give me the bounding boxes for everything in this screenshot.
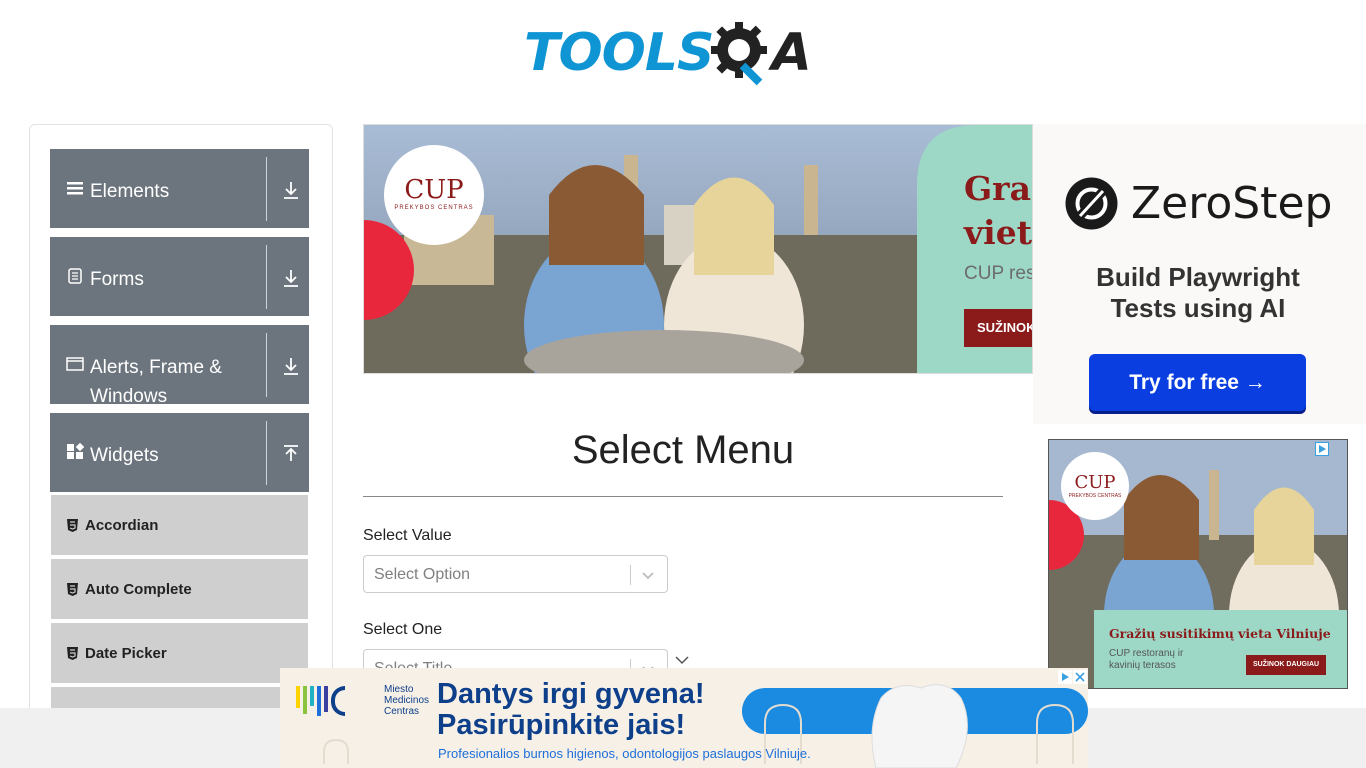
sidebar-group-forms[interactable]: Forms [50, 237, 309, 317]
mmc-logo-text: Miesto Medicinos Centras [384, 684, 429, 717]
sidebar-group-widgets[interactable]: Widgets [50, 413, 309, 493]
header: TOOLS A [0, 0, 1366, 100]
sidebar-item-label: Auto Complete [85, 581, 192, 598]
hamburger-icon [67, 182, 83, 195]
close-icon[interactable] [1073, 670, 1087, 684]
sidebar-group-label: Elements [90, 181, 170, 202]
ad-cup-right[interactable]: CUP PREKYBOS CENTRAS Gražių susitikimų v… [1048, 439, 1348, 689]
select-value-dropdown[interactable]: Select Option [363, 555, 668, 593]
ad-banner-top[interactable]: CUP PREKYBOS CENTRAS Graž vieta CUP res … [363, 124, 1033, 374]
sidebar-item-label: Accordian [85, 517, 159, 534]
cup-logo: CUP PREKYBOS CENTRAS [384, 145, 484, 245]
download-icon[interactable] [282, 355, 300, 377]
sidebar-item-date-picker[interactable]: Date Picker [51, 623, 308, 685]
ad-subtext: Profesionalios burnos higienos, odontolo… [438, 746, 811, 761]
cup-logo-sub: PREKYBOS CENTRAS [1068, 493, 1122, 499]
logo-text-a: A [771, 23, 812, 83]
adchoices-icon[interactable] [1058, 670, 1072, 684]
brand-line: Miesto [384, 684, 414, 695]
brand-line: Medicinos [384, 695, 430, 706]
ad-subtext: kavinių terasos [1109, 660, 1176, 671]
ad-headline: Gražių susitikimų vieta Vilniuje [1109, 626, 1331, 641]
ad-cta-button[interactable]: SUŽINOK [964, 309, 1032, 347]
select-one-label: Select One [363, 621, 443, 638]
ad-headline: Graž [964, 169, 1032, 208]
window-icon [66, 357, 84, 371]
tagline-line: Build Playwright [1096, 262, 1300, 292]
select-placeholder: Select Option [374, 566, 471, 583]
download-icon[interactable] [282, 179, 300, 201]
cup-logo-sub: PREKYBOS CENTRAS [394, 205, 474, 211]
sidebar-item-label: Date Picker [85, 645, 167, 662]
cup-logo-text: CUP [404, 175, 464, 205]
cup-logo: CUP PREKYBOS CENTRAS [1061, 452, 1129, 520]
divider [266, 421, 267, 485]
tagline-line: Tests using AI [1110, 293, 1286, 323]
brand-line: Centras [384, 706, 420, 717]
sidebar-group-elements[interactable]: Elements [50, 149, 309, 229]
ad-subtext: CUP restoranų ir [1109, 648, 1184, 659]
sidebar-group-label: Alerts, Frame & Windows [90, 357, 222, 407]
chevron-down-icon [675, 656, 689, 665]
ad-banner-bottom[interactable]: Miesto Medicinos Centras Dantys irgi gyv… [280, 668, 1088, 768]
cup-logo-text: CUP [1074, 472, 1116, 493]
divider [363, 496, 1003, 497]
divider [266, 157, 267, 221]
sidebar: Elements Forms Alerts, Frame & Windows W… [29, 124, 333, 724]
sidebar-item-accordian[interactable]: Accordian [51, 495, 308, 557]
sidebar-group-label: Forms [90, 269, 144, 290]
try-for-free-button[interactable]: Try for free → [1089, 354, 1306, 411]
page-title: Select Menu [571, 428, 795, 472]
ad-subtext: CUP res [964, 263, 1033, 284]
toolsqa-logo[interactable]: TOOLS A [524, 16, 812, 90]
html5-icon [67, 647, 78, 660]
html5-icon [67, 583, 78, 596]
download-icon[interactable] [282, 267, 300, 289]
logo-text-tools: TOOLS [524, 23, 714, 83]
ad-headline: Dantys irgi gyvena! [437, 678, 705, 710]
divider [266, 245, 267, 309]
zerostep-logo: ZeroStep [1064, 176, 1332, 231]
divider [266, 333, 267, 397]
select-value-label: Select Value [363, 527, 452, 544]
adchoices-icon[interactable] [1315, 442, 1329, 456]
html5-icon [67, 519, 78, 532]
ad-headline: vieta [964, 213, 1032, 252]
mmc-logo-bars [296, 686, 345, 716]
sidebar-group-alerts[interactable]: Alerts, Frame & Windows [50, 325, 309, 407]
sidebar-item-auto-complete[interactable]: Auto Complete [51, 559, 308, 621]
ad-headline: Pasirūpinkite jais! [437, 709, 686, 741]
gear-magnifier-icon [711, 22, 768, 86]
zerostep-logo-icon [1065, 177, 1118, 230]
zerostep-tagline: Build Playwright Tests using AI [1058, 262, 1338, 324]
document-icon [68, 268, 82, 284]
widgets-icon [67, 443, 84, 459]
ad-cta-button[interactable]: SUŽINOK DAUGIAU [1246, 655, 1326, 675]
sidebar-group-label: Widgets [90, 445, 159, 466]
chevron-down-icon [642, 572, 654, 580]
separator [630, 565, 631, 585]
upload-icon[interactable] [282, 443, 300, 465]
zerostep-brand: ZeroStep [1131, 178, 1333, 229]
